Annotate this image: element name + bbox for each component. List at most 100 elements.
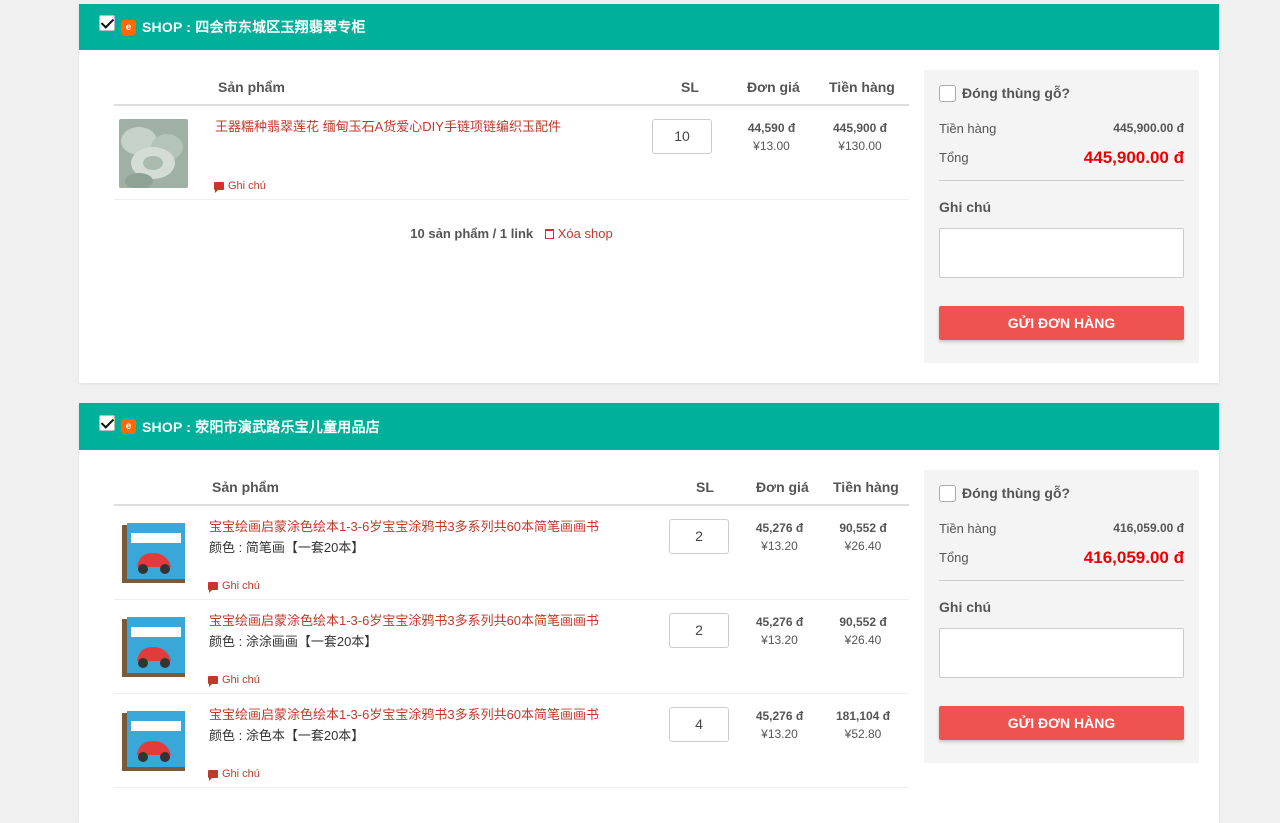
note-label: Ghi chú xyxy=(939,599,992,615)
trash-icon xyxy=(544,229,554,239)
shop-card: e SHOP : 四会市东城区玉翔翡翠专柜 Sản phẩm SL Đơn gi… xyxy=(79,4,1219,383)
total-label: Tổng xyxy=(939,550,969,565)
product-name-link[interactable]: 宝宝绘画启蒙涂色绘本1-3-6岁宝宝涂鸦书3多系列共60本简笔画画书 xyxy=(209,706,599,724)
note-link-label: Ghi chú xyxy=(222,674,260,686)
comment-icon xyxy=(208,770,218,781)
amount-vnd: 445,900 đ xyxy=(832,121,888,135)
shop-name: 四会市东城区玉翔翡翠专柜 xyxy=(195,19,366,35)
wood-crate-checkbox[interactable] xyxy=(939,84,956,102)
unit-price-cny: ¥13.20 xyxy=(761,539,798,553)
amount-vnd: 90,552 đ xyxy=(839,521,887,535)
amount-vnd: 90,552 đ xyxy=(839,615,887,629)
delete-shop-label: Xóa shop xyxy=(557,226,613,241)
col-product: Sản phẩm xyxy=(212,479,279,495)
col-unit-price: Đơn giá xyxy=(756,479,809,495)
delete-shop-link[interactable]: Xóa shop xyxy=(544,226,613,241)
note-link[interactable]: Ghi chú xyxy=(208,768,260,781)
shop-select-checkbox[interactable] xyxy=(99,414,115,431)
comment-icon xyxy=(214,182,224,193)
col-amount: Tiền hàng xyxy=(833,479,899,495)
send-order-button[interactable]: GỬI ĐƠN HÀNG xyxy=(939,306,1184,340)
product-variant: 颜色 : 简笔画【一套20本】 xyxy=(209,540,365,555)
product-image[interactable] xyxy=(119,613,188,682)
wood-crate-label: Đóng thùng gỗ? xyxy=(962,485,1071,501)
unit-price: 45,276 đ ¥13.20 xyxy=(742,519,817,555)
note-link[interactable]: Ghi chú xyxy=(208,580,260,593)
note-link[interactable]: Ghi chú xyxy=(214,180,266,193)
unit-price-cny: ¥13.20 xyxy=(761,633,798,647)
amount: 181,104 đ ¥52.80 xyxy=(820,707,906,743)
wood-crate-checkbox[interactable] xyxy=(939,484,956,502)
order-panel: Đóng thùng gỗ? Tiền hàng 445,900.00 đ Tổ… xyxy=(924,70,1199,363)
table-row: 王器糯种翡翠莲花 缅甸玉石A货爱心DIY手链项链编织玉配件 Ghi chú 10… xyxy=(114,106,909,200)
table-header: Sản phẩm SL Đơn giá Tiền hàng xyxy=(114,470,909,506)
subtotal-label: Tiền hàng xyxy=(939,521,997,536)
col-amount: Tiền hàng xyxy=(829,79,895,95)
comment-icon xyxy=(208,676,218,687)
unit-price: 45,276 đ ¥13.20 xyxy=(742,707,817,743)
table-row: 宝宝绘画启蒙涂色绘本1-3-6岁宝宝涂鸦书3多系列共60本简笔画画书 颜色 : … xyxy=(114,694,909,788)
alibaba-icon: e xyxy=(121,419,136,434)
unit-price: 44,590 đ ¥13.00 xyxy=(734,119,809,155)
amount-cny: ¥130.00 xyxy=(838,139,882,153)
shop-card: e SHOP : 荥阳市演武路乐宝儿童用品店 Sản phẩm SL Đơn g… xyxy=(79,403,1219,823)
note-link-label: Ghi chú xyxy=(222,580,260,592)
product-image[interactable] xyxy=(119,119,188,188)
shop-select-checkbox[interactable] xyxy=(99,15,115,31)
quantity-input[interactable]: 4 xyxy=(669,707,729,742)
total-value: 416,059.00 đ xyxy=(1083,548,1184,567)
shop-header: e SHOP : 荥阳市演武路乐宝儿童用品店 xyxy=(79,403,1219,450)
unit-price-vnd: 44,590 đ xyxy=(747,121,796,135)
amount-vnd: 181,104 đ xyxy=(835,709,891,723)
quantity-input[interactable]: 2 xyxy=(669,613,729,648)
shop-name: 荥阳市演武路乐宝儿童用品店 xyxy=(195,418,380,435)
comment-icon xyxy=(208,582,218,593)
subtotal-row: Tiền hàng 416,059.00 đ xyxy=(939,521,1184,541)
col-product: Sản phẩm xyxy=(218,79,285,95)
subtotal-value: 445,900.00 đ xyxy=(1113,121,1184,135)
total-label: Tổng xyxy=(939,150,969,165)
wood-crate-option[interactable]: Đóng thùng gỗ? xyxy=(939,84,1184,102)
send-order-button[interactable]: GỬI ĐƠN HÀNG xyxy=(939,706,1184,740)
unit-price-vnd: 45,276 đ xyxy=(755,615,804,629)
unit-price-cny: ¥13.00 xyxy=(753,139,790,153)
shop-summary: 10 sản phẩm / 1 link Xóa shop xyxy=(114,226,909,241)
product-table: Sản phẩm SL Đơn giá Tiền hàng 王器糯种翡翠莲花 缅… xyxy=(114,70,909,200)
total-value: 445,900.00 đ xyxy=(1083,148,1184,167)
quantity-input[interactable]: 2 xyxy=(669,519,729,554)
col-unit-price: Đơn giá xyxy=(747,79,800,95)
subtotal-label: Tiền hàng xyxy=(939,121,997,136)
subtotal-value: 416,059.00 đ xyxy=(1113,521,1184,535)
unit-price: 45,276 đ ¥13.20 xyxy=(742,613,817,649)
shop-header: e SHOP : 四会市东城区玉翔翡翠专柜 xyxy=(79,4,1219,50)
amount: 90,552 đ ¥26.40 xyxy=(820,613,906,649)
alibaba-icon: e xyxy=(121,19,136,35)
note-label: Ghi chú xyxy=(939,199,992,215)
product-name-link[interactable]: 王器糯种翡翠莲花 缅甸玉石A货爱心DIY手链项链编织玉配件 xyxy=(215,118,561,136)
wood-crate-label: Đóng thùng gỗ? xyxy=(962,85,1071,101)
item-count: 10 sản phẩm / 1 link xyxy=(410,226,534,241)
order-panel: Đóng thùng gỗ? Tiền hàng 416,059.00 đ Tổ… xyxy=(924,470,1199,763)
note-link[interactable]: Ghi chú xyxy=(208,674,260,687)
product-name-link[interactable]: 宝宝绘画启蒙涂色绘本1-3-6岁宝宝涂鸦书3多系列共60本简笔画画书 xyxy=(209,612,599,630)
table-row: 宝宝绘画启蒙涂色绘本1-3-6岁宝宝涂鸦书3多系列共60本简笔画画书 颜色 : … xyxy=(114,600,909,694)
note-link-label: Ghi chú xyxy=(228,180,266,192)
amount-cny: ¥26.40 xyxy=(844,633,882,647)
amount: 90,552 đ ¥26.40 xyxy=(820,519,906,555)
product-variant: 颜色 : 涂涂画画【一套20本】 xyxy=(209,634,378,649)
note-link-label: Ghi chú xyxy=(222,768,260,780)
col-qty: SL xyxy=(681,79,699,95)
unit-price-vnd: 45,276 đ xyxy=(755,709,804,723)
product-image[interactable] xyxy=(119,707,188,776)
note-textarea[interactable] xyxy=(939,628,1184,678)
subtotal-row: Tiền hàng 445,900.00 đ xyxy=(939,121,1184,141)
total-row: Tổng 416,059.00 đ xyxy=(939,548,1184,570)
total-row: Tổng 445,900.00 đ xyxy=(939,148,1184,170)
product-image[interactable] xyxy=(119,519,188,588)
shop-prefix: SHOP : xyxy=(142,19,192,35)
table-row: 宝宝绘画启蒙涂色绘本1-3-6岁宝宝涂鸦书3多系列共60本简笔画画书 颜色 : … xyxy=(114,506,909,600)
product-name-link[interactable]: 宝宝绘画启蒙涂色绘本1-3-6岁宝宝涂鸦书3多系列共60本简笔画画书 xyxy=(209,518,599,536)
quantity-input[interactable]: 10 xyxy=(652,119,712,154)
wood-crate-option[interactable]: Đóng thùng gỗ? xyxy=(939,484,1184,502)
note-textarea[interactable] xyxy=(939,228,1184,278)
